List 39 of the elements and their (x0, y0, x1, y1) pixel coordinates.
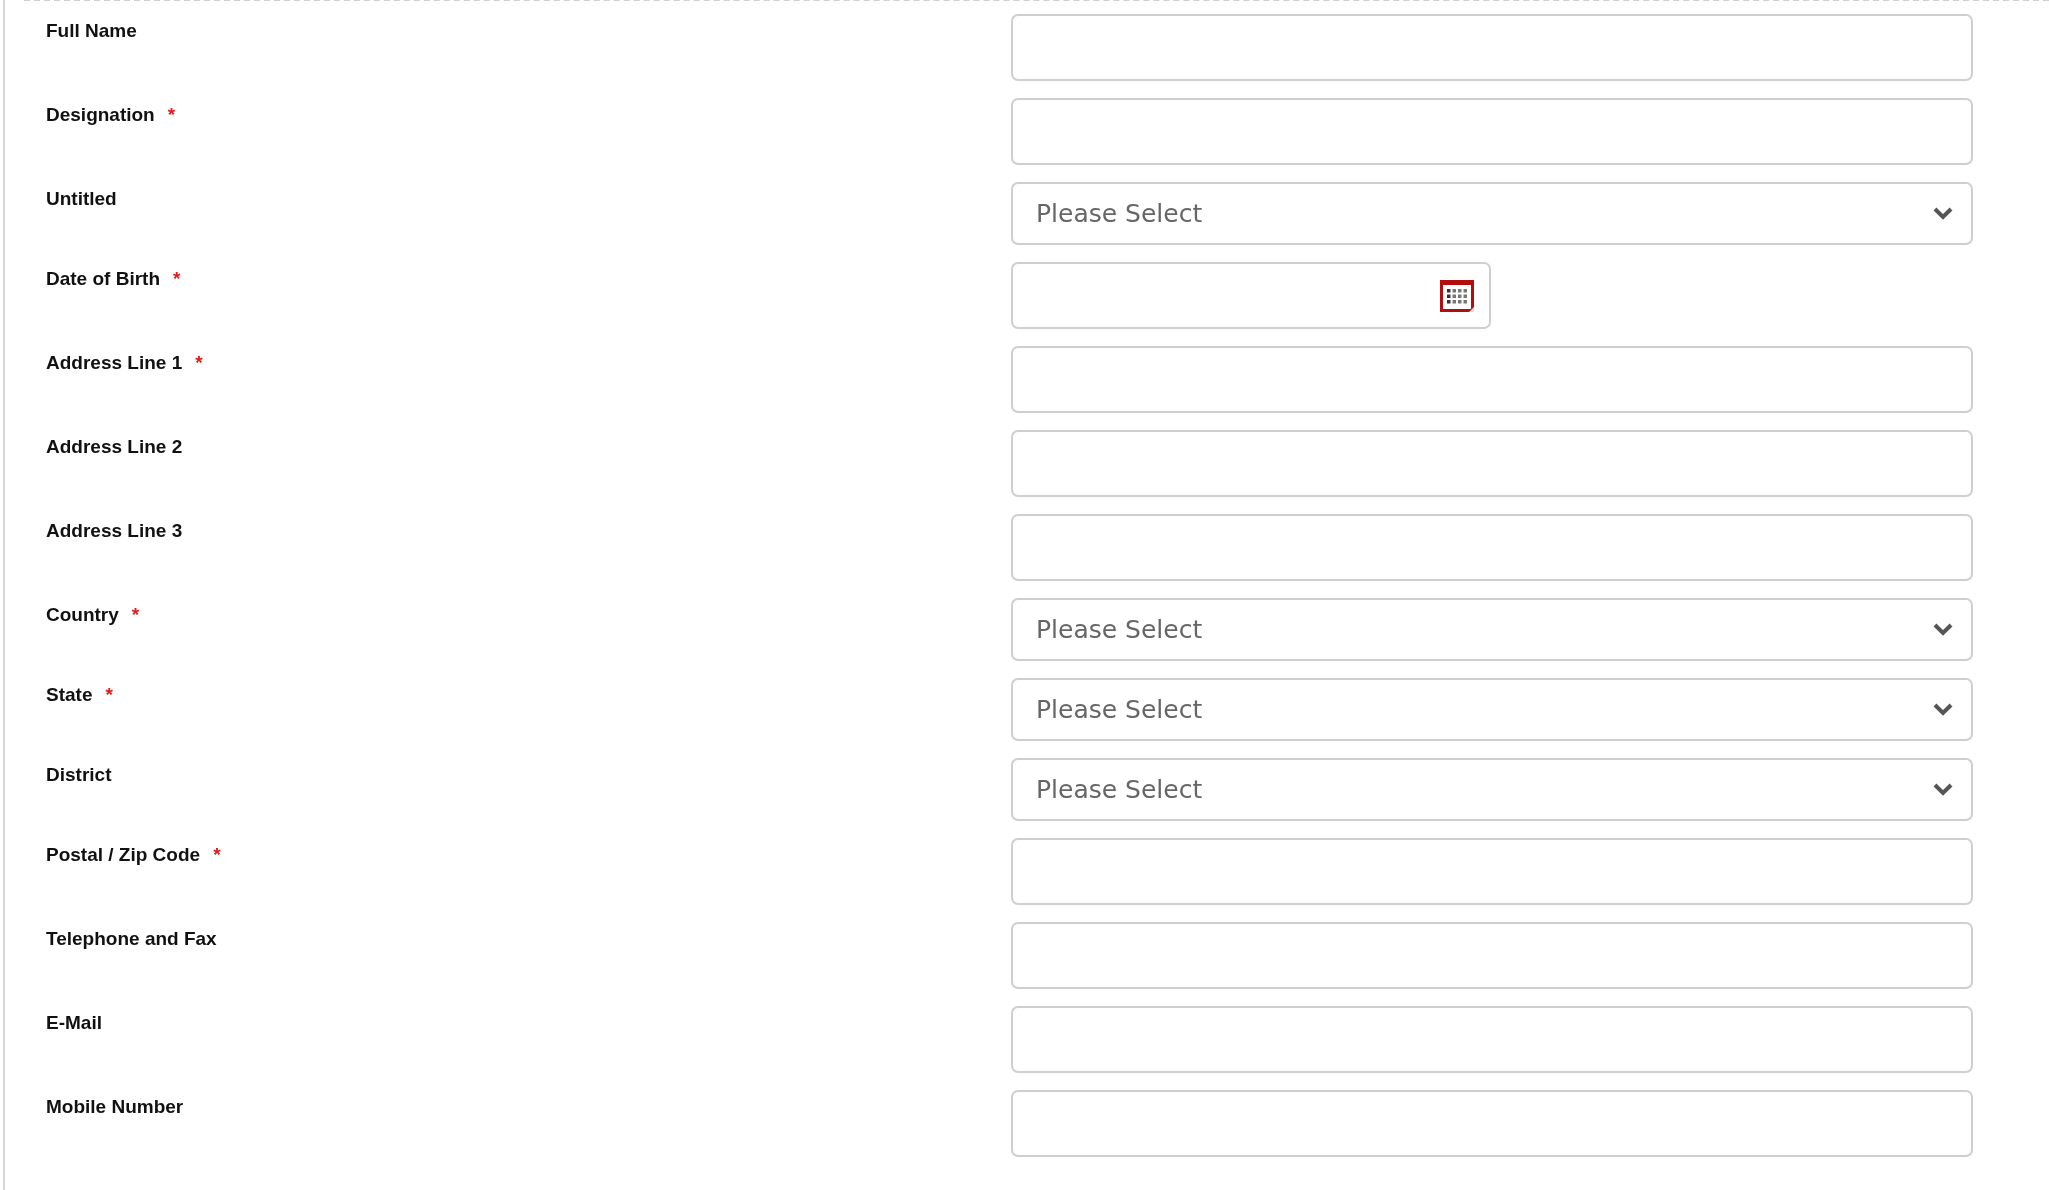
select-dropdown[interactable]: Please Select (1011, 598, 1973, 661)
chevron-down-icon (1933, 703, 1953, 716)
field-label: Address Line 3 (46, 520, 183, 542)
text-field[interactable] (1011, 1090, 1973, 1157)
field-label: Address Line 1 (46, 352, 183, 374)
field-label: Postal / Zip Code (46, 844, 201, 866)
chevron-down-icon (1933, 623, 1953, 636)
date-field[interactable] (1011, 262, 1491, 329)
field-label: Telephone and Fax (46, 928, 217, 950)
required-marker: * (167, 104, 176, 126)
field-label: State (46, 684, 93, 706)
text-field[interactable] (1011, 98, 1973, 165)
field-label: Mobile Number (46, 1096, 184, 1118)
required-marker: * (105, 684, 113, 706)
text-field[interactable] (1011, 14, 1973, 81)
required-marker: * (173, 268, 181, 290)
field-label: Full Name (46, 20, 137, 42)
field-label: Date of Birth (46, 268, 160, 290)
text-field[interactable] (1011, 346, 1973, 413)
select-dropdown[interactable]: Please Select (1011, 678, 1973, 741)
field-label: Address Line 2 (46, 436, 183, 458)
field-label: District (46, 764, 112, 786)
text-field[interactable] (1011, 1006, 1973, 1073)
chevron-down-icon (1933, 207, 1953, 220)
text-field[interactable] (1011, 430, 1973, 497)
field-label: Designation (46, 104, 155, 126)
chevron-down-icon (1933, 783, 1953, 796)
field-label: E-Mail (46, 1012, 102, 1034)
required-marker: * (213, 844, 221, 866)
text-field[interactable] (1011, 922, 1973, 989)
field-label: Untitled (46, 188, 117, 210)
field-label: Country (46, 604, 119, 626)
required-marker: * (195, 352, 203, 374)
text-field[interactable] (1011, 838, 1973, 905)
required-marker: * (131, 604, 140, 626)
text-field[interactable] (1011, 514, 1973, 581)
select-dropdown[interactable]: Please Select (1011, 758, 1973, 821)
calendar-icon[interactable] (1439, 278, 1475, 313)
select-dropdown[interactable]: Please Select (1011, 182, 1973, 245)
